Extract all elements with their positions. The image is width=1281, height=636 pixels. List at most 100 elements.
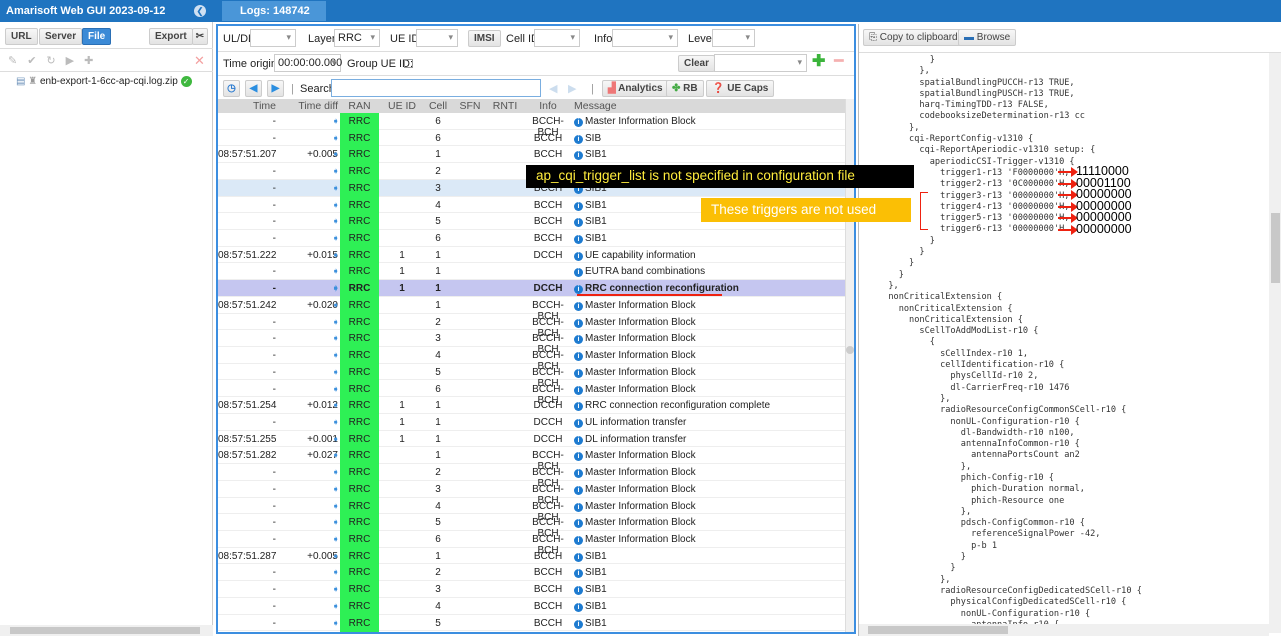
- uldl-select[interactable]: [250, 29, 296, 47]
- cell-message: i Master Information Block: [574, 116, 834, 127]
- vertical-scrollbar[interactable]: [1269, 53, 1281, 633]
- table-row[interactable]: - RRC 2 BCCH iSIB1 ➧: [218, 564, 845, 582]
- server-button[interactable]: Server: [39, 28, 83, 45]
- copy-button[interactable]: ⎘ Copy to clipboard: [863, 29, 964, 46]
- ueid-select[interactable]: [416, 29, 458, 47]
- column-header[interactable]: Cell: [424, 100, 452, 112]
- table-row[interactable]: - RRC 4 BCCH-BCH i Master Information Block ➧: [218, 497, 845, 523]
- search-prev-icon[interactable]: ◀: [549, 82, 557, 95]
- horizontal-scrollbar[interactable]: [859, 624, 1269, 636]
- table-row[interactable]: - RRC 5 BCCH i SIB1 ➧: [218, 614, 845, 632]
- cell-time: -: [272, 500, 276, 512]
- cell-time: -: [272, 584, 276, 596]
- table-row[interactable]: 08:57:51.207 +0.005 RRC 1 BCCH i SIB1 ➧: [218, 146, 845, 164]
- table-row[interactable]: - RRC 6 BCCH i SIB1 ➧: [218, 230, 845, 248]
- search-input[interactable]: [331, 79, 541, 97]
- table-row[interactable]: - RRC 4 BCCH i SIB1 ➧: [218, 597, 845, 615]
- layer-select[interactable]: RRC: [334, 29, 380, 47]
- table-row[interactable]: - RRC 4 BCCH-BCH i Master Information Block ➧: [218, 347, 845, 372]
- table-row[interactable]: - RRC 1 1 DCCH i UL information transfer ➧: [218, 413, 845, 431]
- ue-caps-button[interactable]: ❓ UE Caps: [706, 80, 775, 97]
- column-header[interactable]: UE ID: [382, 100, 422, 112]
- group-ue-checkbox[interactable]: [404, 59, 413, 68]
- time-origin-input[interactable]: 00:00:00.000: [274, 54, 342, 72]
- clock-icon[interactable]: ◷: [223, 80, 240, 97]
- cell-message: i Master Information Block: [574, 333, 834, 345]
- ran-cell: RRC: [340, 179, 379, 197]
- table-row[interactable]: - RRC 3 BCCH-BCH i Master Information Block ➧: [218, 480, 845, 506]
- column-header[interactable]: Time: [218, 100, 276, 112]
- direction-icon: ➧: [332, 483, 340, 494]
- column-header[interactable]: RNTI: [488, 100, 522, 112]
- cell-message: i Master Information Block: [574, 350, 834, 362]
- clear-button[interactable]: Clear: [678, 55, 716, 72]
- cell-time: -: [272, 199, 276, 211]
- table-row[interactable]: 08:57:51.222 +0.015 RRC 1 1 DCCH i UE capabilit…: [218, 246, 845, 264]
- table-row[interactable]: 08:57:51.255 +0.001 RRC 1 1 DCCH i DL informati…: [218, 430, 845, 448]
- next-icon[interactable]: ▶: [267, 80, 284, 97]
- cell-info: DCCH: [533, 283, 563, 295]
- ran-cell: RRC: [340, 464, 379, 482]
- cell-cell: 1: [435, 149, 441, 161]
- export-button[interactable]: Export: [149, 28, 193, 45]
- cell-ue-id: 1: [399, 400, 405, 412]
- filter-select[interactable]: [714, 54, 807, 72]
- column-header[interactable]: Time diff: [280, 100, 338, 112]
- column-header[interactable]: Message: [574, 100, 834, 112]
- table-row[interactable]: - RRC 6 BCCH-BCH i Master Information Block ➧: [218, 113, 845, 138]
- direction-icon: ➧: [332, 416, 340, 427]
- table-row[interactable]: 08:57:51.242 +0.020 RRC 1 BCCH-BCH i Master In…: [218, 296, 845, 322]
- add-icon[interactable]: ✚: [812, 54, 825, 70]
- info-icon: i: [574, 301, 583, 311]
- message-text: SIB1: [585, 550, 607, 562]
- remove-icon[interactable]: ━: [834, 54, 844, 70]
- ran-cell: RRC: [340, 213, 379, 231]
- file-item[interactable]: ▤ ♜ enb-export-1-6cc-ap-cqi.log.zip ✓: [16, 76, 192, 87]
- column-header[interactable]: RAN: [340, 100, 379, 112]
- file-button[interactable]: File: [82, 28, 112, 45]
- splitter-handle[interactable]: [846, 346, 854, 354]
- table-row[interactable]: - RRC 5 BCCH-BCH i Master Information Block ➧: [218, 363, 845, 389]
- table-row[interactable]: 08:57:51.282 +0.027 RRC 1 BCCH-BCH i Master In…: [218, 447, 845, 472]
- cell-info: BCCH: [533, 550, 563, 562]
- imsi-button[interactable]: IMSI: [468, 30, 501, 47]
- table-row[interactable]: - RRC 6 BCCH-BCH i Master Information Block ➧: [218, 531, 845, 556]
- direction-icon: ➧: [332, 450, 340, 461]
- log-icon: ♜: [28, 76, 38, 87]
- table-row[interactable]: 08:57:51.287 +0.005 RRC 1 BCCH i SIB1 ➧: [218, 547, 845, 565]
- column-header[interactable]: Info: [524, 100, 572, 112]
- collapse-icon[interactable]: ❮: [194, 5, 206, 17]
- table-row[interactable]: - RRC 3 BCCH i SIB1 ➧: [218, 581, 845, 599]
- table-row[interactable]: - RRC 1 1 DCCH i RRC connection reconfiguratio…: [218, 280, 845, 298]
- cellid-select[interactable]: [534, 29, 580, 47]
- tab-logs[interactable]: Logs: 148742: [222, 1, 326, 21]
- table-row[interactable]: - RRC 1 1 i EUTRA band combinations ➧: [218, 263, 845, 281]
- info-select[interactable]: [612, 29, 678, 47]
- ran-cell: RRC: [340, 146, 379, 164]
- search-next-icon[interactable]: ▶: [568, 82, 576, 95]
- cell-message: i Master Information Block: [574, 317, 834, 328]
- analytics-button[interactable]: ▟ Analytics: [602, 80, 669, 97]
- column-header[interactable]: SFN: [454, 100, 486, 112]
- table-row[interactable]: 08:57:51.254 +0.012 RRC 1 1 DCCH i RRC connecti…: [218, 397, 845, 415]
- table-row[interactable]: - RRC 6 BCCH i SIB ➧: [218, 129, 845, 147]
- level-select[interactable]: [712, 29, 755, 47]
- cell-time-diff: +0.027: [307, 450, 338, 462]
- table-row[interactable]: - RRC 3 BCCH-BCH i Master Information Block ➧: [218, 330, 845, 355]
- cell-ue-id: 1: [399, 433, 405, 445]
- cell-time: -: [272, 166, 276, 178]
- table-row[interactable]: - RRC 2 BCCH-BCH i Master Information Block ➧: [218, 464, 845, 489]
- left-scrollbar[interactable]: [0, 625, 213, 636]
- direction-icon: ➧: [332, 517, 340, 528]
- url-button[interactable]: URL: [5, 28, 38, 45]
- table-row[interactable]: - RRC 6 BCCH-BCH i Master Information Block ➧: [218, 380, 845, 406]
- table-row[interactable]: - RRC 5 BCCH-BCH i Master Information Block ➧: [218, 514, 845, 539]
- browse-button[interactable]: ▬ Browse: [958, 29, 1017, 46]
- direction-icon: ➧: [332, 166, 340, 177]
- table-row[interactable]: - RRC 2 BCCH-BCH i Master Information Block ➧: [218, 313, 845, 339]
- rb-button[interactable]: ✤ RB: [666, 80, 704, 97]
- message-text: Master Information Block: [585, 483, 696, 495]
- delete-icon[interactable]: ✕: [194, 53, 205, 69]
- prev-icon[interactable]: ◀: [245, 80, 262, 97]
- settings-icon[interactable]: ✂: [192, 28, 208, 45]
